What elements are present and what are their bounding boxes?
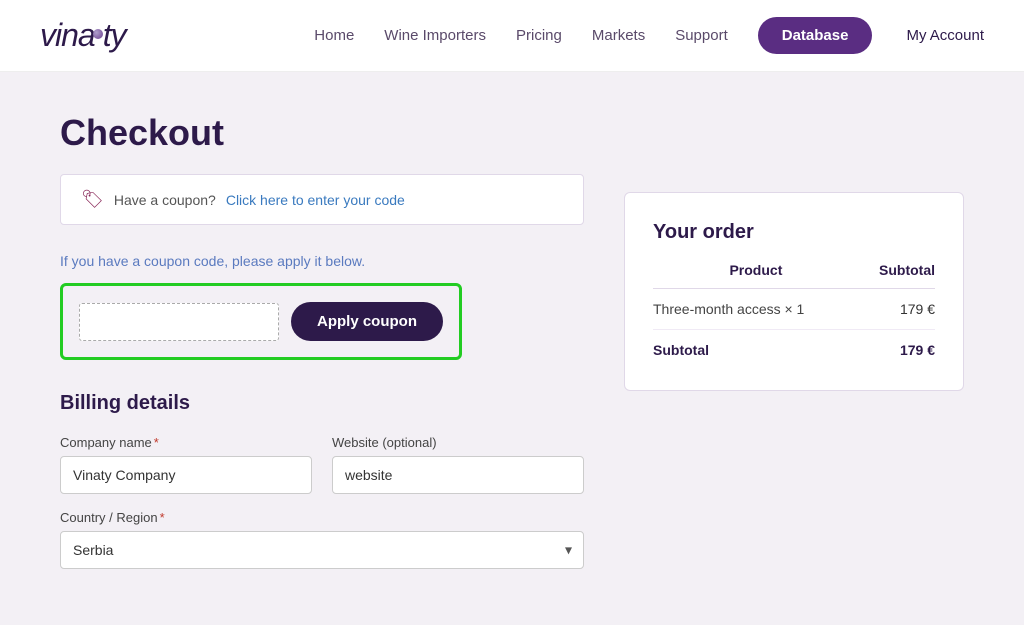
country-label: Country / Region*	[60, 510, 584, 525]
nav-pricing[interactable]: Pricing	[516, 27, 562, 44]
col-product-header: Product	[653, 262, 859, 289]
website-group: Website (optional)	[332, 435, 584, 494]
subtotal-value: 179 €	[859, 330, 935, 371]
billing-title: Billing details	[60, 392, 584, 415]
database-button[interactable]: Database	[758, 17, 873, 54]
company-name-input[interactable]	[60, 456, 312, 494]
billing-row-1: Company name* Website (optional)	[60, 435, 584, 494]
left-column: Checkout 🏷 Have a coupon? Click here to …	[60, 112, 624, 585]
order-product: Three-month access × 1	[653, 289, 859, 330]
order-row: Three-month access × 1 179 €	[653, 289, 935, 330]
company-name-label: Company name*	[60, 435, 312, 450]
your-order-box: Your order Product Subtotal Three-month …	[624, 192, 964, 391]
coupon-notice-link[interactable]: Click here to enter your code	[226, 192, 405, 208]
main-nav: Home Wine Importers Pricing Markets Supp…	[314, 17, 984, 54]
order-subtotal-row: Subtotal 179 €	[653, 330, 935, 371]
nav-markets[interactable]: Markets	[592, 27, 645, 44]
col-subtotal-header: Subtotal	[859, 262, 935, 289]
country-select-wrapper: Serbia ▾	[60, 531, 584, 569]
coupon-notice-text: Have a coupon?	[114, 192, 216, 208]
order-subtotal: 179 €	[859, 289, 935, 330]
subtotal-label: Subtotal	[653, 330, 859, 371]
your-order-title: Your order	[653, 221, 935, 244]
coupon-input[interactable]	[79, 303, 279, 341]
order-table: Product Subtotal Three-month access × 1 …	[653, 262, 935, 370]
logo-dot	[93, 29, 103, 39]
billing-row-2: Country / Region* Serbia ▾	[60, 510, 584, 569]
nav-home[interactable]: Home	[314, 27, 354, 44]
coupon-notice-bar: 🏷 Have a coupon? Click here to enter you…	[60, 174, 584, 225]
company-name-group: Company name*	[60, 435, 312, 494]
country-group: Country / Region* Serbia ▾	[60, 510, 584, 569]
coupon-tag-icon: 🏷	[81, 189, 104, 210]
page-title: Checkout	[60, 112, 584, 154]
website-input[interactable]	[332, 456, 584, 494]
billing-section: Billing details Company name* Website (o…	[60, 392, 584, 569]
coupon-form: Apply coupon	[60, 283, 462, 360]
required-star-2: *	[160, 510, 165, 525]
website-label: Website (optional)	[332, 435, 584, 450]
logo[interactable]: vinaty	[40, 17, 126, 54]
nav-wine-importers[interactable]: Wine Importers	[384, 27, 486, 44]
right-column: Your order Product Subtotal Three-month …	[624, 192, 964, 585]
country-select[interactable]: Serbia	[60, 531, 584, 569]
coupon-instruction: If you have a coupon code, please apply …	[60, 253, 584, 269]
required-star: *	[154, 435, 159, 450]
nav-support[interactable]: Support	[675, 27, 728, 44]
my-account-link[interactable]: My Account	[906, 27, 984, 44]
header: vinaty Home Wine Importers Pricing Marke…	[0, 0, 1024, 72]
apply-coupon-button[interactable]: Apply coupon	[291, 302, 443, 341]
main-content: Checkout 🏷 Have a coupon? Click here to …	[0, 72, 1024, 625]
